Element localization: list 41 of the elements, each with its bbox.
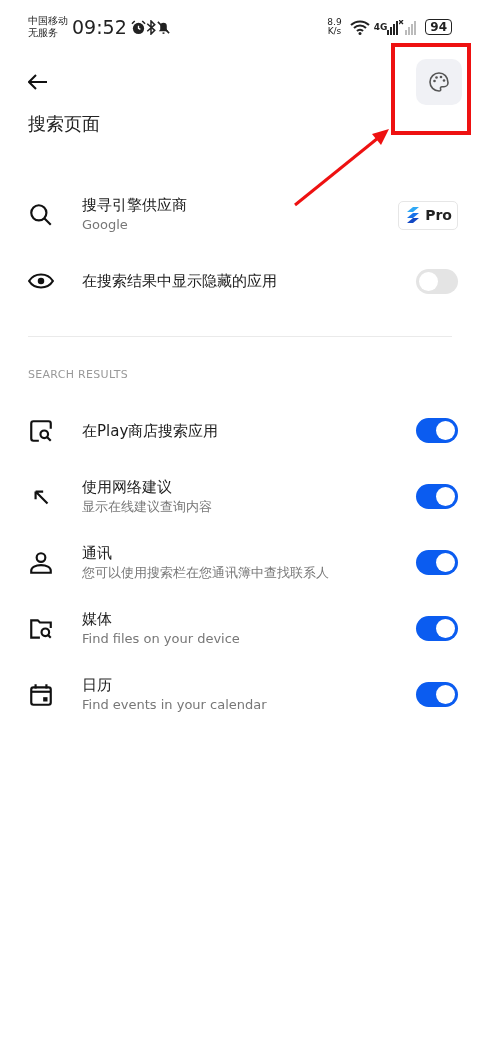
pro-badge[interactable]: Pro	[398, 200, 458, 230]
toggle-switch[interactable]	[416, 550, 458, 575]
toggle-switch[interactable]	[416, 418, 458, 443]
speed-unit: K/s	[327, 27, 342, 36]
setting-label: 媒体	[82, 608, 113, 629]
search-icon	[28, 202, 54, 228]
setting-label: 在Play商店搜索应用	[82, 420, 220, 441]
no-signal-icon	[399, 19, 418, 35]
toggle-switch[interactable]	[416, 484, 458, 509]
toggle-switch[interactable]	[416, 682, 458, 707]
setting-description: 您可以使用搜索栏在您通讯簿中查找联系人	[82, 563, 330, 582]
palette-button[interactable]	[416, 59, 462, 105]
setting-label: 使用网络建议	[82, 476, 173, 497]
battery-level: 94	[425, 19, 452, 35]
alarm-icon	[130, 19, 146, 35]
network-type: 4G	[373, 21, 388, 34]
status-time: 09:52	[72, 17, 127, 37]
setting-label: 在搜索结果中显示隐藏的应用	[82, 271, 278, 291]
wifi-icon	[349, 19, 370, 35]
carrier-name: 中国移动	[28, 15, 68, 27]
calendar-icon	[28, 681, 54, 708]
back-arrow-icon[interactable]	[28, 74, 48, 90]
bluetooth-icon	[145, 19, 156, 35]
toggle-switch[interactable]	[416, 268, 458, 294]
setting-description: Google	[82, 216, 129, 234]
section-heading: SEARCH RESULTS	[27, 367, 130, 383]
palette-icon	[427, 70, 451, 94]
store-search-icon	[28, 417, 54, 444]
setting-label: 日历	[82, 674, 113, 695]
toggle-switch[interactable]	[416, 616, 458, 641]
setting-description: Find files on your device	[82, 629, 241, 648]
setting-label: 通讯	[82, 542, 113, 563]
speed-value: 8.9	[327, 18, 342, 27]
setting-description: Find events in your calendar	[82, 695, 268, 714]
person-icon	[28, 549, 54, 576]
page-title: 搜索页面	[27, 112, 101, 136]
signal-icon	[387, 19, 400, 35]
service-status: 无服务	[28, 27, 59, 39]
muted-bell-icon	[155, 19, 171, 35]
setting-label: 搜寻引擎供应商	[82, 195, 188, 215]
setting-description: 显示在线建议查询内容	[82, 497, 213, 516]
